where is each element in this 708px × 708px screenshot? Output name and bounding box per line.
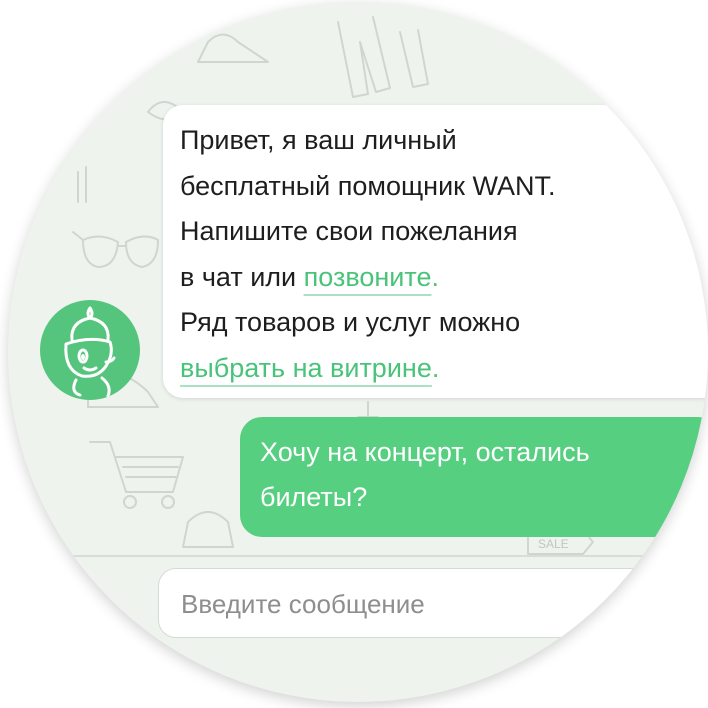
user-message-line: билеты?	[260, 482, 368, 512]
handbag-doodle-icon	[182, 511, 234, 548]
bot-message-text-fragment: .	[431, 261, 439, 292]
bot-message-line: в чат или позвоните.	[180, 255, 555, 301]
bot-message-text: Привет, я ваш личный бесплатный помощник…	[180, 118, 555, 391]
shopping-cart-doodle-icon	[89, 441, 184, 509]
bot-message-line: бесплатный помощник WANT.	[180, 170, 556, 201]
message-input-bar	[158, 568, 708, 638]
bot-message-line: Напишите свои пожелания	[180, 216, 518, 246]
bot-message-line: выбрать на витрине.	[180, 346, 555, 392]
bot-message-text-fragment: .	[431, 352, 440, 383]
genie-mascot-icon	[64, 306, 116, 398]
call-link[interactable]: позвоните	[304, 262, 432, 292]
sunglasses-doodle-icon	[72, 231, 159, 268]
bot-message-line: Привет, я ваш личный	[180, 125, 457, 155]
showcase-link[interactable]: выбрать на витрине	[180, 353, 432, 383]
bot-message-text-fragment: в чат или	[180, 261, 304, 292]
sale-tag-label: SALE	[538, 537, 569, 551]
assistant-avatar	[40, 300, 140, 400]
hanger-doodle-icon	[197, 33, 269, 63]
input-divider	[8, 555, 708, 557]
user-message-text: Хочу на концерт, остались билеты?	[260, 430, 700, 520]
jeans-doodle-icon	[337, 16, 429, 98]
bot-message-line: Ряд товаров и услуг можно	[180, 307, 521, 337]
message-input[interactable]	[179, 583, 703, 625]
candle-doodle-icon	[77, 166, 87, 203]
chat-window: SALE Привет, я ваш личный бесплатный пом…	[0, 0, 708, 708]
user-message-line: Хочу на концерт, остались	[260, 437, 590, 467]
